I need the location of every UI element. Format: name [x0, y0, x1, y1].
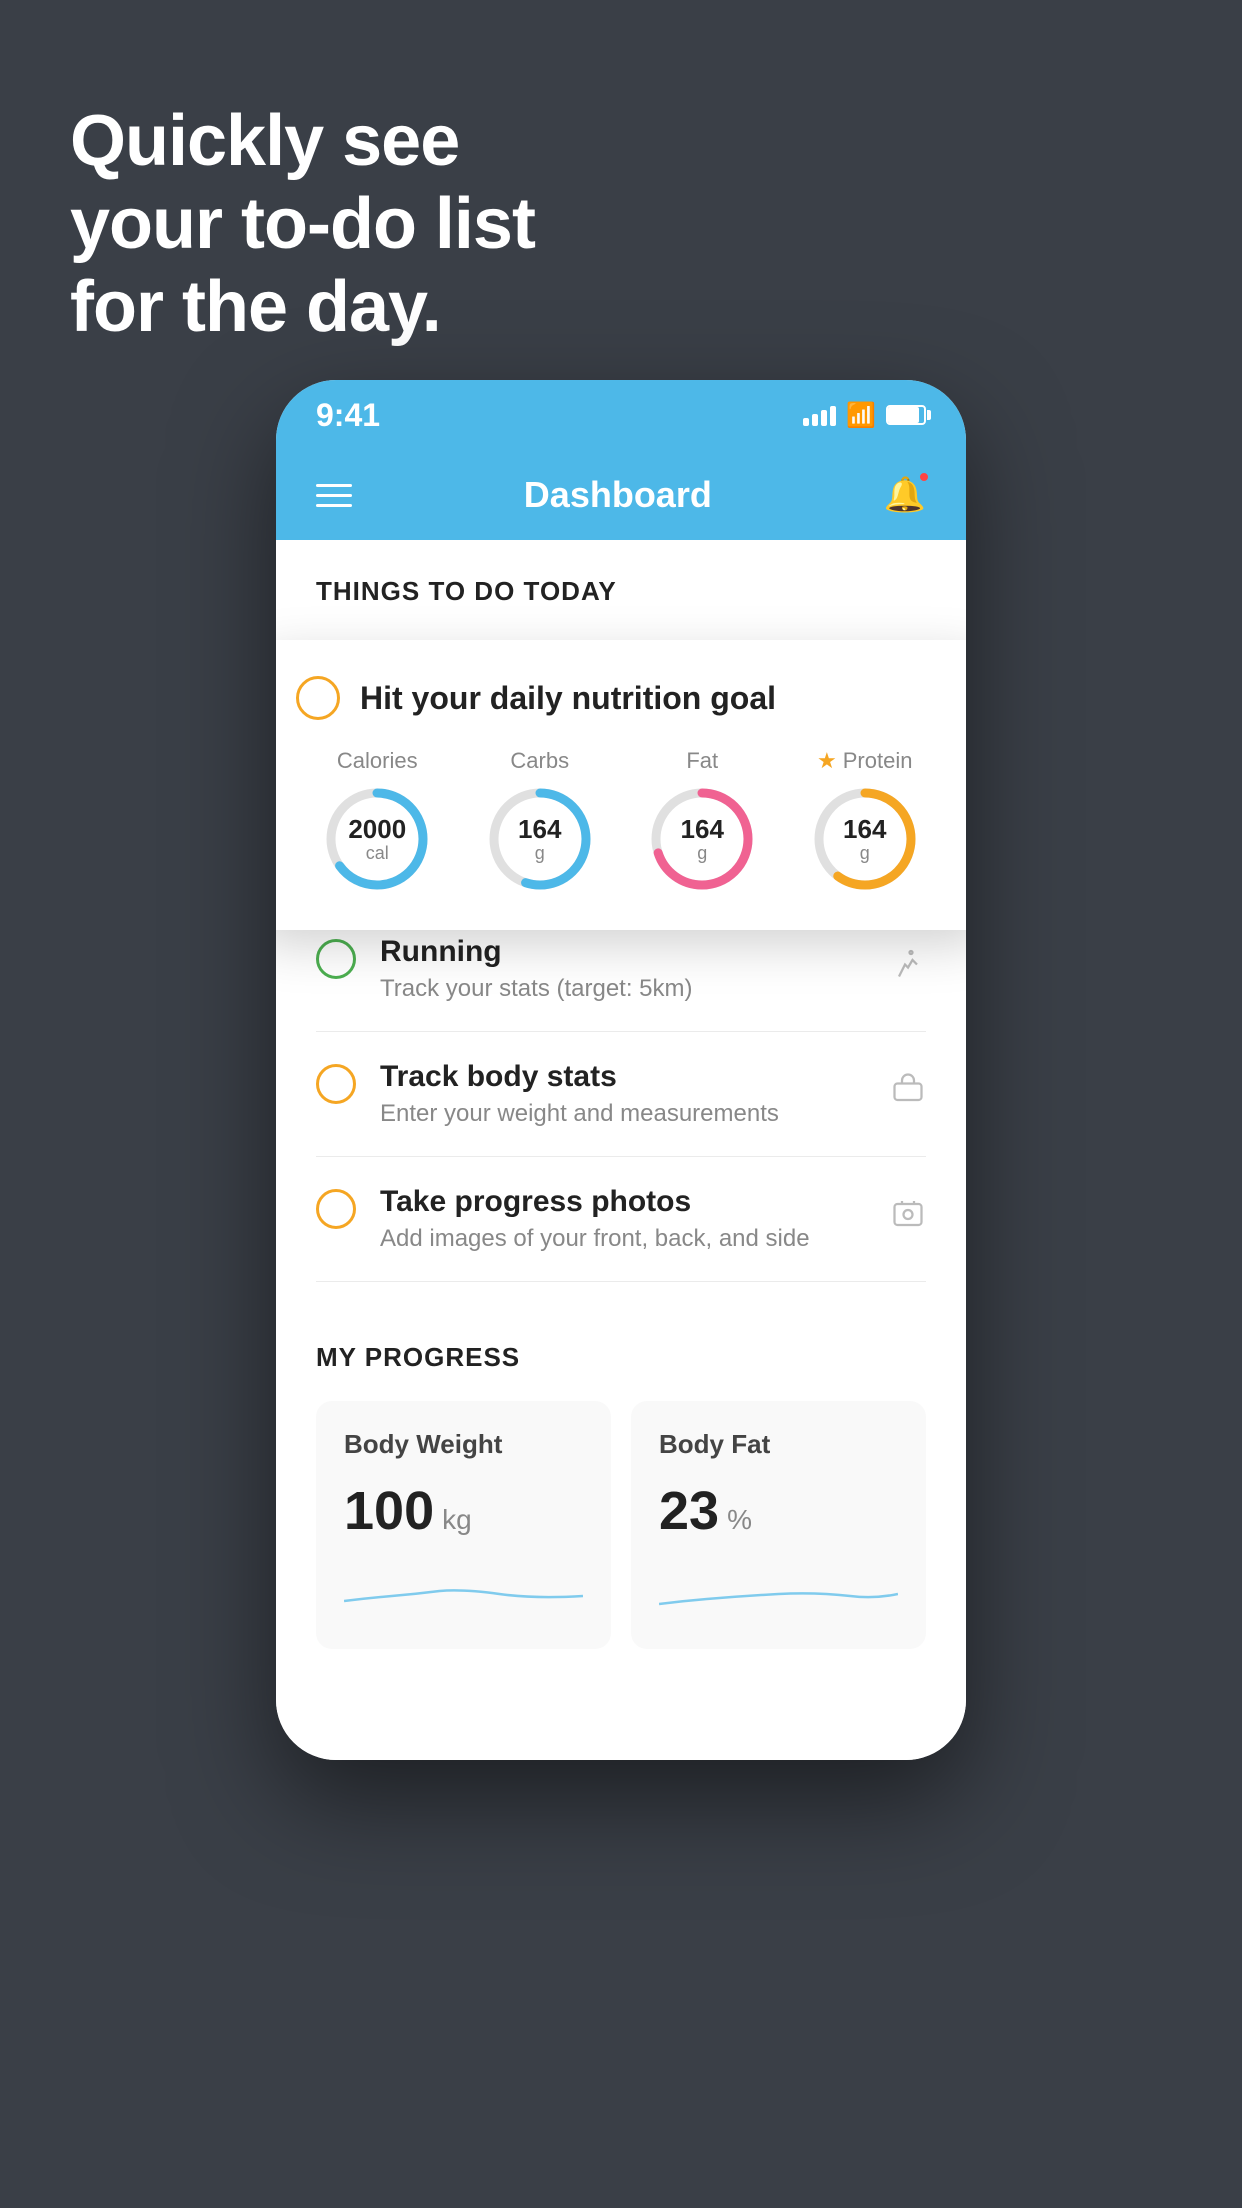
donut-center-fat: 164 g [681, 815, 724, 863]
todo-item-progress-photos[interactable]: Take progress photos Add images of your … [316, 1157, 926, 1282]
status-time: 9:41 [316, 397, 380, 434]
todo-item-body-stats[interactable]: Track body stats Enter your weight and m… [316, 1032, 926, 1157]
todo-icon-progress-photos [890, 1197, 926, 1242]
donut-center-carbs: 164 g [518, 815, 561, 863]
nutrition-card-title: Hit your daily nutrition goal [360, 680, 776, 717]
headline: Quickly see your to-do list for the day. [70, 100, 535, 348]
donut-ring-calories: 2000 cal [322, 784, 432, 894]
main-content: THINGS TO DO TODAY Hit your daily nutrit… [276, 540, 966, 1760]
headline-line2: your to-do list [70, 184, 535, 264]
todo-title-body-stats: Track body stats [380, 1060, 926, 1094]
wifi-icon: 📶 [846, 401, 876, 430]
signal-icon [803, 404, 836, 426]
nutrition-card-header: Hit your daily nutrition goal [296, 676, 946, 720]
nutrition-label-calories: Calories [337, 748, 418, 774]
status-icons: 📶 [803, 401, 926, 430]
nutrition-item-fat: Fat 164 g [647, 748, 757, 894]
nutrition-item-calories: Calories 2000 cal [322, 748, 432, 894]
donut-value-protein: 164 [843, 815, 886, 844]
todo-title-running: Running [380, 935, 926, 969]
my-progress-header: MY PROGRESS [316, 1342, 926, 1373]
donut-value-carbs: 164 [518, 815, 561, 844]
donut-unit-carbs: g [518, 843, 561, 863]
todo-title-progress-photos: Take progress photos [380, 1185, 926, 1219]
progress-card-title-body-fat: Body Fat [659, 1429, 898, 1460]
star-icon: ★ [817, 748, 837, 774]
nav-bar: Dashboard 🔔 [276, 450, 966, 540]
nutrition-item-carbs: Carbs 164 g [485, 748, 595, 894]
donut-ring-fat: 164 g [647, 784, 757, 894]
todo-subtitle-progress-photos: Add images of your front, back, and side [380, 1225, 926, 1253]
progress-value-body-fat: 23 [659, 1480, 719, 1542]
nutrition-circle-check[interactable] [296, 676, 340, 720]
sparkline-body-weight [344, 1566, 583, 1616]
todo-text-body-stats: Track body stats Enter your weight and m… [380, 1060, 926, 1128]
nav-title: Dashboard [524, 474, 712, 516]
donut-ring-carbs: 164 g [485, 784, 595, 894]
todo-subtitle-body-stats: Enter your weight and measurements [380, 1100, 926, 1128]
todo-circle-running [316, 939, 356, 979]
progress-value-row-body-weight: 100 kg [344, 1480, 583, 1542]
donut-unit-calories: cal [348, 843, 406, 863]
phone-shell: 9:41 📶 Dashboard [276, 380, 966, 1760]
progress-value-body-weight: 100 [344, 1480, 434, 1542]
progress-card-title-body-weight: Body Weight [344, 1429, 583, 1460]
todo-subtitle-running: Track your stats (target: 5km) [380, 975, 926, 1003]
nutrition-label-fat: Fat [686, 748, 718, 774]
progress-card-body-fat[interactable]: Body Fat 23 % [631, 1401, 926, 1649]
todo-circle-body-stats [316, 1064, 356, 1104]
battery-icon [886, 405, 926, 425]
todo-circle-progress-photos [316, 1189, 356, 1229]
bell-button[interactable]: 🔔 [884, 475, 926, 515]
todo-icon-body-stats [890, 1072, 926, 1117]
donut-value-fat: 164 [681, 815, 724, 844]
headline-line3: for the day. [70, 267, 441, 347]
progress-unit-body-weight: kg [442, 1504, 472, 1536]
bell-notification-dot [918, 471, 930, 483]
donut-unit-protein: g [843, 843, 886, 863]
todo-icon-running [890, 947, 926, 992]
donut-center-protein: 164 g [843, 815, 886, 863]
things-to-do-header: THINGS TO DO TODAY [276, 540, 966, 627]
progress-unit-body-fat: % [727, 1504, 752, 1536]
progress-card-body-weight[interactable]: Body Weight 100 kg [316, 1401, 611, 1649]
progress-value-row-body-fat: 23 % [659, 1480, 898, 1542]
donut-value-calories: 2000 [348, 815, 406, 844]
todo-list: Running Track your stats (target: 5km) T… [276, 907, 966, 1282]
donut-center-calories: 2000 cal [348, 815, 406, 863]
sparkline-body-fat [659, 1566, 898, 1616]
nutrition-items-row: Calories 2000 cal Carbs 164 g Fat [296, 748, 946, 894]
todo-text-running: Running Track your stats (target: 5km) [380, 935, 926, 1003]
todo-text-progress-photos: Take progress photos Add images of your … [380, 1185, 926, 1253]
donut-ring-protein: 164 g [810, 784, 920, 894]
headline-line1: Quickly see [70, 101, 459, 181]
nutrition-label-protein: ★Protein [817, 748, 912, 774]
phone-wrapper: 9:41 📶 Dashboard [276, 380, 966, 1760]
nutrition-item-protein: ★Protein 164 g [810, 748, 920, 894]
my-progress-section: MY PROGRESS Body Weight 100 kg Body Fat … [276, 1302, 966, 1649]
nutrition-label-carbs: Carbs [510, 748, 569, 774]
status-bar: 9:41 📶 [276, 380, 966, 450]
progress-cards-row: Body Weight 100 kg Body Fat 23 % [316, 1401, 926, 1649]
hamburger-menu[interactable] [316, 484, 352, 507]
donut-unit-fat: g [681, 843, 724, 863]
nutrition-card: Hit your daily nutrition goal Calories 2… [276, 640, 966, 930]
